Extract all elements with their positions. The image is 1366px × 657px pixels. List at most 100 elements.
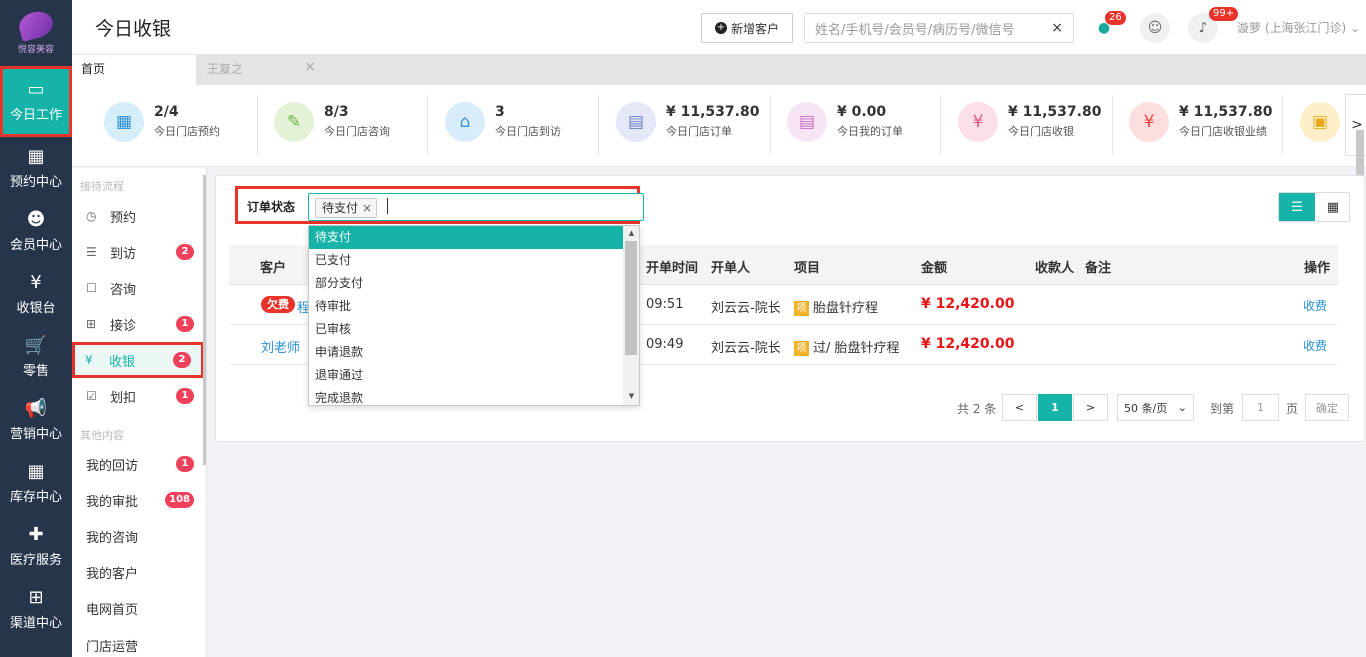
sidebar-item-deduct[interactable]: ☑ 划扣 1 bbox=[72, 378, 204, 414]
divider bbox=[1282, 95, 1283, 155]
sidebar-scrollbar[interactable] bbox=[203, 175, 206, 465]
nav-inventory-center[interactable]: ▦ 库存中心 bbox=[0, 452, 72, 515]
customer-link[interactable]: 刘老师 bbox=[261, 337, 300, 356]
sidebar-item-grid-home[interactable]: 电网首页 bbox=[72, 590, 204, 626]
stat-cashier-performance[interactable]: ¥ ¥ 11,537.80 今日门店收银业绩 bbox=[1129, 99, 1289, 145]
sidebar-item-cashier[interactable]: ¥ 收银 2 bbox=[72, 342, 204, 378]
charge-link[interactable]: 收费 bbox=[1303, 297, 1327, 314]
grid-view-icon[interactable]: ▦ bbox=[1315, 193, 1351, 221]
item-name: 胎盘针疗程 bbox=[813, 301, 879, 316]
col-amount: 金额 bbox=[921, 261, 948, 276]
count-badge: 2 bbox=[176, 244, 194, 260]
search-input[interactable]: 姓名/手机号/会员号/病历号/微信号 × bbox=[804, 13, 1074, 43]
close-tab-icon[interactable]: × bbox=[304, 59, 316, 75]
charge-link[interactable]: 收费 bbox=[1303, 337, 1327, 354]
sidebar-item-consult[interactable]: ☐ 咨询 bbox=[72, 270, 204, 306]
tab-bar: 首页 王复之 × bbox=[72, 55, 1366, 85]
order-amount: ¥ 12,420.00 bbox=[921, 336, 1015, 352]
tab-customer[interactable]: 王复之 × bbox=[196, 55, 322, 85]
scroll-thumb[interactable] bbox=[625, 241, 637, 355]
option-pending-payment[interactable]: 待支付 bbox=[309, 226, 623, 249]
option-approved[interactable]: 已审核 bbox=[309, 318, 623, 341]
stat-appointments[interactable]: ▦ 2/4 今日门店预约 bbox=[104, 99, 264, 145]
option-pending-approval[interactable]: 待审批 bbox=[309, 295, 623, 318]
nav-marketing-center[interactable]: 📢 营销中心 bbox=[0, 389, 72, 452]
stat-visits[interactable]: ⌂ 3 今日门店到访 bbox=[445, 99, 605, 145]
plus-box-icon: ⊞ bbox=[86, 317, 97, 331]
stat-consults[interactable]: ✎ 8/3 今日门店咨询 bbox=[274, 99, 434, 145]
option-paid[interactable]: 已支付 bbox=[309, 249, 623, 272]
stat-value: ¥ 0.00 bbox=[837, 104, 887, 120]
chat-icon: ☐ bbox=[86, 281, 97, 295]
stat-label: 今日门店咨询 bbox=[324, 125, 390, 138]
nav-member-center[interactable]: ☻ 会员中心 bbox=[0, 200, 72, 263]
nav-label: 零售 bbox=[22, 364, 49, 379]
stat-clipboard[interactable]: ▣ bbox=[1300, 99, 1342, 145]
sub-sidebar: 接待流程 ◷ 预约 ☰ 到访 2 ☐ 咨询 ⊞ 接诊 1 ¥ 收银 2 ☑ 划扣… bbox=[72, 168, 207, 657]
sidebar-item-label: 我的客户 bbox=[86, 566, 139, 582]
user-name: 漩萝 (上海张江门诊) bbox=[1237, 21, 1347, 35]
page-1-button[interactable]: 1 bbox=[1038, 394, 1072, 421]
nav-cashier[interactable]: ¥ 收银台 bbox=[0, 263, 72, 326]
consult-icon: ✎ bbox=[274, 102, 314, 142]
clear-icon[interactable]: × bbox=[1051, 20, 1063, 36]
order-status-select[interactable]: 待支付 × bbox=[308, 193, 644, 221]
nav-appointment-center[interactable]: ▦ 预约中心 bbox=[0, 137, 72, 200]
brand-logo[interactable]: 悦容美容 bbox=[0, 0, 72, 66]
megaphone-icon: 📢 bbox=[24, 398, 48, 419]
divider bbox=[427, 95, 428, 155]
group-label-reception: 接待流程 bbox=[80, 180, 124, 193]
nav-today-work[interactable]: ▭ 今日工作 bbox=[0, 66, 72, 137]
stat-my-orders[interactable]: ▤ ¥ 0.00 今日我的订单 bbox=[787, 99, 947, 145]
sidebar-item-my-approvals[interactable]: 我的审批 108 bbox=[72, 482, 204, 518]
logo-mark bbox=[16, 7, 56, 42]
option-refund-requested[interactable]: 申请退款 bbox=[309, 341, 623, 364]
tab-home[interactable]: 首页 bbox=[72, 55, 196, 85]
nav-channel-center[interactable]: ⊞ 渠道中心 bbox=[0, 578, 72, 641]
scroll-down-icon[interactable]: ▼ bbox=[623, 389, 639, 403]
goto-page-input[interactable]: 1 bbox=[1242, 394, 1279, 421]
calendar-icon: ▦ bbox=[27, 146, 45, 167]
receipt-icon: ¥ bbox=[1129, 102, 1169, 142]
stat-value: ¥ 11,537.80 bbox=[666, 104, 760, 120]
sidebar-item-visit[interactable]: ☰ 到访 2 bbox=[72, 234, 204, 270]
order-time: 09:51 bbox=[646, 297, 684, 312]
option-refund-approved[interactable]: 退审通过 bbox=[309, 364, 623, 387]
nav-medical-service[interactable]: ✚ 医疗服务 bbox=[0, 515, 72, 578]
medkit-icon: ✚ bbox=[28, 524, 44, 545]
divider bbox=[257, 95, 258, 155]
chip-remove-icon[interactable]: × bbox=[362, 199, 372, 217]
sidebar-item-label: 收银 bbox=[109, 354, 136, 370]
nav-retail[interactable]: 🛒 零售 bbox=[0, 326, 72, 389]
col-item: 项目 bbox=[794, 261, 821, 276]
stat-store-orders[interactable]: ▤ ¥ 11,537.80 今日门店订单 bbox=[616, 99, 776, 145]
divider bbox=[598, 95, 599, 155]
user-menu[interactable]: 漩萝 (上海张江门诊) ⌄ bbox=[1237, 19, 1360, 36]
prev-page-button[interactable]: < bbox=[1002, 394, 1037, 421]
calendar-icon: ▦ bbox=[104, 102, 144, 142]
search-placeholder: 姓名/手机号/会员号/病历号/微信号 bbox=[815, 22, 1015, 38]
list-view-icon[interactable]: ☰ bbox=[1279, 193, 1315, 221]
option-partial-paid[interactable]: 部分支付 bbox=[309, 272, 623, 295]
nav-label: 会员中心 bbox=[9, 238, 62, 253]
col-payee: 收款人 bbox=[1035, 261, 1075, 276]
sidebar-item-appointment[interactable]: ◷ 预约 bbox=[72, 198, 204, 234]
check-box-icon: ☑ bbox=[86, 389, 97, 403]
sidebar-item-my-customers[interactable]: 我的客户 bbox=[72, 554, 204, 590]
page-scrollbar[interactable] bbox=[1356, 130, 1364, 178]
next-page-button[interactable]: > bbox=[1073, 394, 1108, 421]
sidebar-item-reception[interactable]: ⊞ 接诊 1 bbox=[72, 306, 204, 342]
sidebar-item-my-consults[interactable]: 我的咨询 bbox=[72, 518, 204, 554]
stat-value: 2/4 bbox=[154, 104, 179, 120]
dropdown-scrollbar[interactable]: ▲ ▼ bbox=[623, 226, 639, 405]
goto-confirm-button[interactable]: 确定 bbox=[1305, 394, 1349, 421]
new-customer-button[interactable]: + 新增客户 bbox=[701, 13, 793, 43]
group-icon[interactable]: ☺ bbox=[1140, 13, 1170, 43]
sidebar-item-label: 我的审批 bbox=[86, 494, 139, 510]
sidebar-item-store-ops[interactable]: 门店运营 bbox=[72, 626, 204, 657]
page-size-select[interactable]: 50 条/页 ⌄ bbox=[1117, 394, 1194, 421]
scroll-up-icon[interactable]: ▲ bbox=[623, 226, 639, 240]
sidebar-item-my-followups[interactable]: 我的回访 1 bbox=[72, 446, 204, 482]
stat-store-cashier[interactable]: ¥ ¥ 11,537.80 今日门店收银 bbox=[958, 99, 1118, 145]
option-refund-complete[interactable]: 完成退款 bbox=[309, 387, 623, 405]
